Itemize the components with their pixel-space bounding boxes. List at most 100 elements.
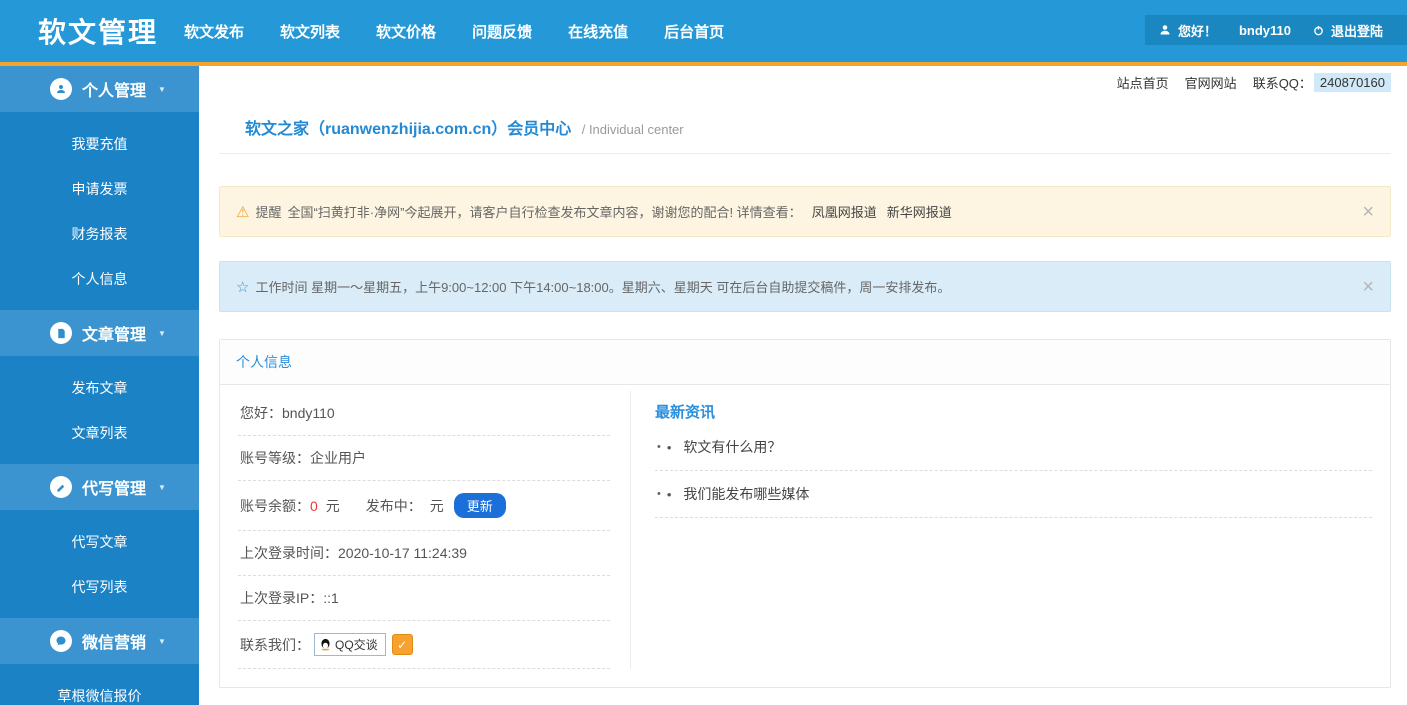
account-level-label: 账号等级： xyxy=(240,450,310,466)
balance-row: 账号余额： 0 元 发布中： 元 更新 xyxy=(238,481,610,531)
sidebar-group-articles: 发布文章 文章列表 xyxy=(0,356,199,464)
nav-item-pricing[interactable]: 软文价格 xyxy=(376,21,436,42)
contact-us-row: 联系我们： QQ交谈 ✓ xyxy=(238,621,610,669)
publishing-label: 发布中： xyxy=(365,497,422,514)
chevron-down-icon: ▼ xyxy=(158,482,166,492)
notice-label: 提醒 xyxy=(255,205,282,220)
last-login-time-row: 上次登录时间： 2020-10-17 11:24:39 xyxy=(238,531,610,576)
logout-link[interactable]: 退出登陆 xyxy=(1331,21,1383,40)
greeting-row: 您好： bndy110 xyxy=(238,391,610,436)
news-title: 最新资讯 xyxy=(655,404,716,421)
sidebar-group-personal: 我要充值 申请发票 财务报表 个人信息 xyxy=(0,112,199,310)
update-balance-button[interactable]: 更新 xyxy=(453,493,506,518)
sidebar-header-wechat[interactable]: 微信营销 ▼ xyxy=(0,618,199,664)
account-level-row: 账号等级： 企业用户 xyxy=(238,436,610,481)
profile-info-column: 您好： bndy110 账号等级： 企业用户 账号余额： 0 元 发布中： 元 … xyxy=(238,391,631,669)
pencil-icon xyxy=(50,476,72,498)
contact-us-label: 联系我们： xyxy=(240,636,310,653)
qq-chat-label: QQ交谈 xyxy=(335,638,378,652)
sidebar-item-wechat-pricing[interactable]: 草根微信报价 xyxy=(0,674,199,705)
chevron-down-icon: ▼ xyxy=(158,84,166,94)
nav-item-publish[interactable]: 软文发布 xyxy=(184,21,244,42)
logout-icon xyxy=(1313,25,1324,36)
balance-value: 0 xyxy=(310,497,318,514)
close-icon[interactable]: × xyxy=(1362,277,1374,297)
greeting-label: 您好： xyxy=(240,405,282,421)
sidebar-header-label: 微信营销 xyxy=(82,635,147,652)
profile-panel-title: 个人信息 xyxy=(220,340,1390,385)
sidebar-header-articles[interactable]: 文章管理 ▼ xyxy=(0,310,199,356)
sidebar-item-recharge[interactable]: 我要充值 xyxy=(0,122,199,167)
sidebar-item-ghostwrite-list[interactable]: 代写列表 xyxy=(0,565,199,610)
last-login-ip-row: 上次登录IP： ::1 xyxy=(238,576,610,621)
phoenix-report-link[interactable]: 凤凰网报道 xyxy=(812,202,877,221)
contact-qq: 联系QQ： 240870160 xyxy=(1252,72,1391,92)
sidebar-item-profile[interactable]: 个人信息 xyxy=(0,257,199,302)
sidebar-item-article-list[interactable]: 文章列表 xyxy=(0,411,199,456)
news-column: 最新资讯 • • 软文有什么用？ • • 我们能发布哪些媒体 xyxy=(631,391,1372,669)
notice-text: 全国“扫黄打非·净网”今起展开，请客户自行检查发布文章内容，谢谢您的配合! 详情… xyxy=(287,205,802,220)
verified-check-icon[interactable]: ✓ xyxy=(391,634,413,655)
qq-chat-button[interactable]: QQ交谈 xyxy=(314,633,386,656)
sidebar-section-wechat: 微信营销 ▼ 草根微信报价 xyxy=(0,618,199,705)
person-icon xyxy=(50,78,72,100)
sidebar-section-articles: 文章管理 ▼ 发布文章 文章列表 xyxy=(0,310,199,464)
sidebar: 个人管理 ▼ 我要充值 申请发票 财务报表 个人信息 文章管理 ▼ 发布文章 文… xyxy=(0,66,199,705)
publishing-unit: 元 xyxy=(429,497,444,514)
news-item[interactable]: • • 软文有什么用？ xyxy=(655,424,1372,471)
bullet-icon: • xyxy=(657,488,661,500)
sidebar-header-label: 代写管理 xyxy=(82,481,147,498)
account-box: 您好！ bndy110 退出登陆 xyxy=(1144,15,1407,45)
sidebar-section-personal: 个人管理 ▼ 我要充值 申请发票 财务报表 个人信息 xyxy=(0,66,199,310)
last-login-ip-value: ::1 xyxy=(323,590,339,606)
sidebar-group-ghostwriting: 代写文章 代写列表 xyxy=(0,510,199,618)
sidebar-section-ghostwriting: 代写管理 ▼ 代写文章 代写列表 xyxy=(0,464,199,618)
site-home-link[interactable]: 站点首页 xyxy=(1117,73,1169,92)
nav-item-article-list[interactable]: 软文列表 xyxy=(280,21,340,42)
document-icon xyxy=(50,322,72,344)
balance-unit: 元 xyxy=(325,497,340,514)
sidebar-item-finance-report[interactable]: 财务报表 xyxy=(0,212,199,257)
close-icon[interactable]: × xyxy=(1362,202,1374,222)
nav-item-recharge[interactable]: 在线充值 xyxy=(568,21,628,42)
page-subtitle: / Individual center xyxy=(581,122,684,137)
contact-qq-number: 240870160 xyxy=(1313,72,1391,92)
news-item[interactable]: • • 我们能发布哪些媒体 xyxy=(655,471,1372,518)
nav-item-feedback[interactable]: 问题反馈 xyxy=(472,21,532,42)
member-center-page: 软文管理 软文发布 软文列表 软文价格 问题反馈 在线充值 后台首页 您好！ b… xyxy=(0,0,1407,705)
sidebar-header-label: 文章管理 xyxy=(82,327,147,344)
sidebar-header-label: 个人管理 xyxy=(82,83,147,100)
greeting-username: bndy110 xyxy=(282,405,335,421)
sidebar-group-wechat: 草根微信报价 xyxy=(0,664,199,705)
top-nav: 软文发布 软文列表 软文价格 问题反馈 在线充值 后台首页 xyxy=(184,21,724,42)
page-title-row: 软文之家（ruanwenzhijia.com.cn）会员中心 / Individ… xyxy=(219,105,1391,154)
main-content: 站点首页 官网网站 联系QQ： 240870160 软文之家（ruanwenzh… xyxy=(199,66,1407,705)
official-site-link[interactable]: 官网网站 xyxy=(1185,73,1237,92)
last-login-time-value: 2020-10-17 11:24:39 xyxy=(338,545,467,561)
nav-item-admin-home[interactable]: 后台首页 xyxy=(664,21,724,42)
utility-row: 站点首页 官网网站 联系QQ： 240870160 xyxy=(219,66,1391,95)
worktime-text: 工作时间 星期一～星期五，上午9:00~12:00 下午14:00~18:00。… xyxy=(255,280,951,295)
account-level-value: 企业用户 xyxy=(310,450,366,466)
bullet-icon: • xyxy=(657,441,661,453)
warning-icon: ⚠ xyxy=(236,203,250,221)
profile-panel: 个人信息 您好： bndy110 账号等级： 企业用户 账号余额： 0 元 发布… xyxy=(219,339,1391,688)
notice-alert: ⚠ 提醒 全国“扫黄打非·净网”今起展开，请客户自行检查发布文章内容，谢谢您的配… xyxy=(219,186,1391,237)
wechat-icon xyxy=(50,630,72,652)
profile-panel-body: 您好： bndy110 账号等级： 企业用户 账号余额： 0 元 发布中： 元 … xyxy=(220,385,1390,687)
news-item-text: 我们能发布哪些媒体 xyxy=(683,486,810,502)
greeting-text: 您好！ xyxy=(1177,23,1217,39)
chevron-down-icon: ▼ xyxy=(158,328,166,338)
sidebar-item-ghostwrite-article[interactable]: 代写文章 xyxy=(0,520,199,565)
last-login-time-label: 上次登录时间： xyxy=(240,545,338,561)
sidebar-item-invoice[interactable]: 申请发票 xyxy=(0,167,199,212)
contact-qq-label: 联系QQ： xyxy=(1252,75,1312,91)
qq-penguin-icon xyxy=(319,638,332,651)
sidebar-item-publish-article[interactable]: 发布文章 xyxy=(0,366,199,411)
sidebar-header-personal[interactable]: 个人管理 ▼ xyxy=(0,66,199,112)
chevron-down-icon: ▼ xyxy=(158,636,166,646)
page-title: 软文之家（ruanwenzhijia.com.cn）会员中心 xyxy=(245,121,572,138)
xinhua-report-link[interactable]: 新华网报道 xyxy=(887,202,952,221)
news-item-text: 软文有什么用？ xyxy=(683,439,782,455)
sidebar-header-ghostwriting[interactable]: 代写管理 ▼ xyxy=(0,464,199,510)
